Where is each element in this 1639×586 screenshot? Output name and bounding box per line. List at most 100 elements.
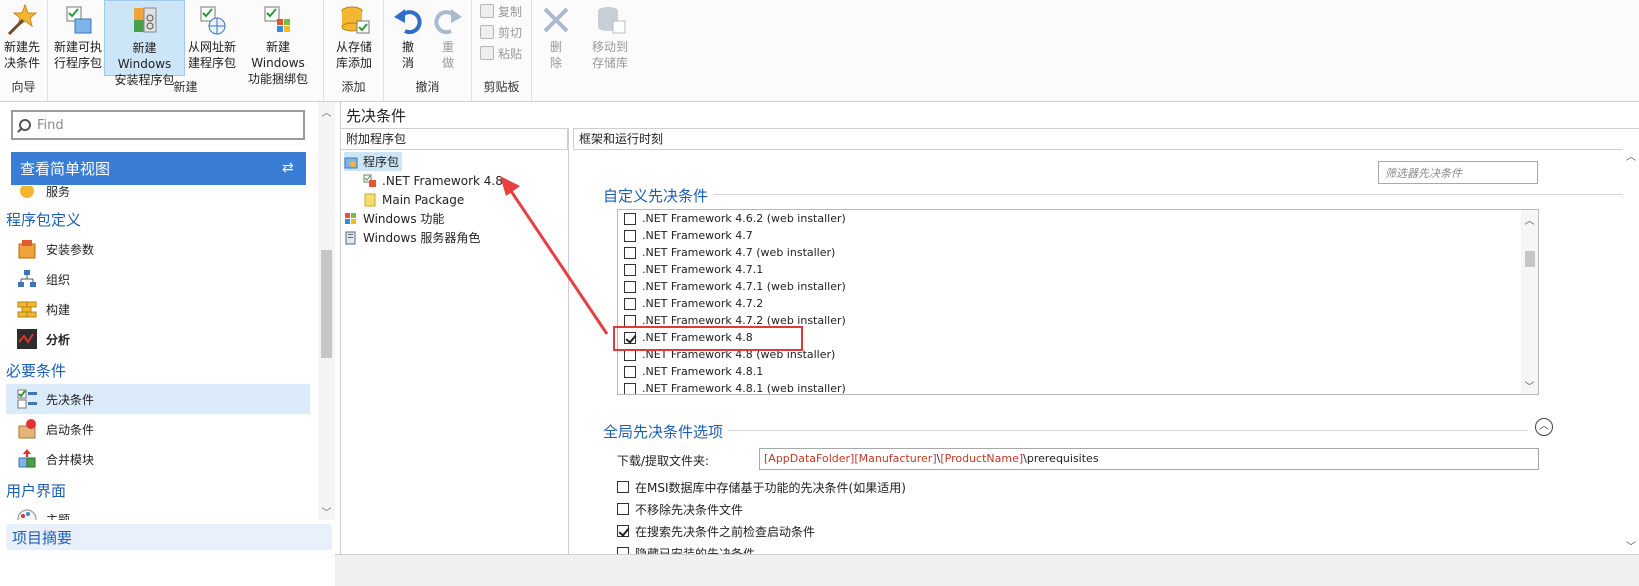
checklist-scroll-thumb[interactable]	[1525, 251, 1535, 267]
delete-icon	[539, 3, 573, 37]
chevron-down-icon[interactable]: ﹀	[1625, 538, 1637, 553]
prerequisite-checkbox[interactable]	[624, 365, 636, 378]
global-option-checkbox[interactable]	[617, 481, 629, 493]
prerequisite-checkbox[interactable]	[624, 314, 636, 327]
cut-label: 剪切	[498, 25, 523, 40]
nav-item-launch-conditions[interactable]: 启动条件	[6, 414, 310, 444]
download-folder-input[interactable]: [AppDataFolder][Manufacturer]\[ProductNa…	[759, 448, 1539, 470]
new-feature-bundle-button[interactable]: 新建 Windows 功能捆绑包	[238, 0, 318, 86]
status-bar	[335, 554, 1639, 586]
prerequisite-checklist: ︿ ﹀ .NET Framework 4.6.2 (web installer)…	[617, 209, 1539, 395]
nav-item-install-parameters[interactable]: 安装参数	[6, 234, 310, 264]
prerequisite-row[interactable]: .NET Framework 4.7 (web installer)	[624, 244, 835, 261]
chevron-up-icon[interactable]: ︿	[1625, 148, 1637, 163]
search-input[interactable]: Find	[11, 110, 305, 140]
new-windows-installer-button[interactable]: 新建 Windows 安装程序包	[104, 0, 185, 87]
group-label-undo: 撤消	[415, 80, 440, 94]
new-prerequisite-button[interactable]: 新建先 决条件	[0, 0, 44, 76]
database-move-icon	[593, 3, 627, 37]
path-suffix: \prerequisites	[1023, 452, 1099, 465]
undo-icon	[391, 3, 425, 37]
global-option-label: 在MSI数据库中存储基于功能的先决条件(如果适用)	[635, 480, 906, 495]
filter-prerequisites-input[interactable]: 筛选器先决条件	[1378, 161, 1538, 184]
tree-item-label: .NET Framework 4.8	[382, 173, 503, 188]
prerequisite-label: .NET Framework 4.7.2	[642, 297, 764, 310]
global-option-row[interactable]: 不移除先决条件文件	[617, 500, 743, 518]
prerequisite-checkbox[interactable]	[624, 246, 636, 259]
nav-item-label: 合并模块	[46, 452, 95, 467]
main-scrollbar[interactable]: ︿ ﹀	[1623, 148, 1639, 554]
nav-item-prerequisites[interactable]: 先决条件	[6, 384, 310, 414]
chevron-down-icon[interactable]: ﹀	[1524, 378, 1535, 393]
global-option-checkbox[interactable]	[617, 503, 629, 515]
move-to-repository-button[interactable]: 移动到 存储库	[582, 0, 638, 76]
nav-item-merge-modules[interactable]: 合并模块	[6, 444, 310, 474]
global-option-row[interactable]: 在搜索先决条件之前检查启动条件	[617, 522, 815, 540]
prerequisite-row[interactable]: .NET Framework 4.7.1	[624, 261, 763, 278]
new-exe-package-button[interactable]: 新建可执 行程序包	[52, 0, 104, 76]
prerequisite-row[interactable]: .NET Framework 4.6.2 (web installer)	[624, 210, 846, 227]
nav-item-analysis[interactable]: 分析	[6, 324, 310, 354]
tree-item-windows-server-roles[interactable]: Windows 服务器角色	[344, 228, 480, 247]
new-from-url-button[interactable]: 从网址新 建程序包	[186, 0, 238, 76]
app-window: 新建先 决条件 向导 新建可执 行程序包 新建 Windows 安装程序包 从网…	[0, 0, 1639, 586]
prerequisite-row[interactable]: .NET Framework 4.8.1 (web installer)	[624, 380, 846, 394]
left-scrollbar[interactable]: ︿ ﹀	[318, 102, 335, 520]
simple-view-button[interactable]: 查看简单视图 ⇄	[11, 152, 306, 185]
nav-item-project-summary[interactable]: 项目摘要	[6, 524, 332, 550]
paste-button[interactable]: 粘贴	[480, 43, 522, 63]
delete-button[interactable]: 删 除	[536, 0, 576, 76]
prerequisite-checkbox[interactable]	[624, 212, 636, 225]
tree-item-main-package[interactable]: Main Package	[363, 190, 464, 209]
chevron-up-icon[interactable]: ︿	[1524, 212, 1535, 227]
collapse-section-button[interactable]: ︿	[1535, 418, 1553, 436]
prerequisite-checkbox[interactable]	[624, 382, 636, 394]
nav-item-services[interactable]: 服务	[6, 186, 310, 206]
undo-button[interactable]: 撤 消	[388, 0, 428, 76]
tree-item-windows-features[interactable]: Windows 功能	[344, 209, 444, 228]
windows-installer-icon	[128, 4, 162, 38]
prerequisite-row[interactable]: .NET Framework 4.8.1	[624, 363, 763, 380]
palette-icon	[16, 508, 38, 520]
global-option-row[interactable]: 在MSI数据库中存储基于功能的先决条件(如果适用)	[617, 478, 906, 496]
nav-item-organization[interactable]: 组织	[6, 264, 310, 294]
prerequisite-checkbox[interactable]	[624, 263, 636, 276]
copy-button[interactable]: 复制	[480, 1, 522, 21]
copy-icon	[480, 4, 494, 18]
ribbon-group-undo: 撤 消 重 做 撤消	[384, 0, 472, 101]
globe-package-icon	[195, 3, 229, 37]
redo-icon	[431, 3, 465, 37]
tree-item-net48[interactable]: .NET Framework 4.8	[363, 171, 503, 190]
add-from-repository-button[interactable]: 从存储 库添加	[328, 0, 380, 76]
chevron-down-icon[interactable]: ﹀	[321, 504, 332, 519]
chevron-up-icon[interactable]: ︿	[321, 104, 332, 119]
prerequisite-row[interactable]: .NET Framework 4.7	[624, 227, 753, 244]
left-scroll-thumb[interactable]	[321, 250, 332, 358]
paste-label: 粘贴	[498, 46, 523, 61]
net-package-icon	[363, 174, 377, 188]
prerequisite-label: .NET Framework 4.7 (web installer)	[642, 246, 836, 259]
prerequisite-checkbox[interactable]	[624, 297, 636, 310]
global-option-checkbox[interactable]	[617, 525, 629, 537]
checklist-scrollbar[interactable]: ︿ ﹀	[1521, 210, 1538, 394]
prerequisite-row[interactable]: .NET Framework 4.7.2	[624, 295, 763, 312]
undo-label: 撤 消	[401, 40, 414, 70]
nav-item-build[interactable]: 构建	[6, 294, 310, 324]
prerequisite-label: .NET Framework 4.7.1 (web installer)	[642, 280, 846, 293]
main-content: 先决条件 附加程序包 程序包 .NET Framework 4.8 Main P…	[340, 102, 1639, 561]
redo-label: 重 做	[441, 40, 454, 70]
prerequisite-row[interactable]: .NET Framework 4.7.1 (web installer)	[624, 278, 846, 295]
redo-button[interactable]: 重 做	[428, 0, 468, 76]
tree-item-packages[interactable]: 程序包	[344, 152, 403, 171]
chevron-up-icon: ︿	[1539, 421, 1549, 432]
tree-item-label: Main Package	[382, 192, 465, 207]
merge-module-icon	[16, 448, 38, 470]
nav-item-theme[interactable]: 主题	[6, 504, 310, 520]
navigation-list: 服务 程序包定义 安装参数 组织 构建 分析 必要条件 先决条件 启动条件 合并…	[0, 186, 318, 520]
nav-item-label: 组织	[46, 272, 71, 287]
prerequisite-checkbox[interactable]	[624, 229, 636, 242]
prerequisite-checkbox[interactable]	[624, 280, 636, 293]
package-folder-icon	[344, 155, 358, 169]
nav-section-package-definition: 程序包定义	[6, 211, 82, 229]
cut-button[interactable]: 剪切	[480, 22, 522, 42]
